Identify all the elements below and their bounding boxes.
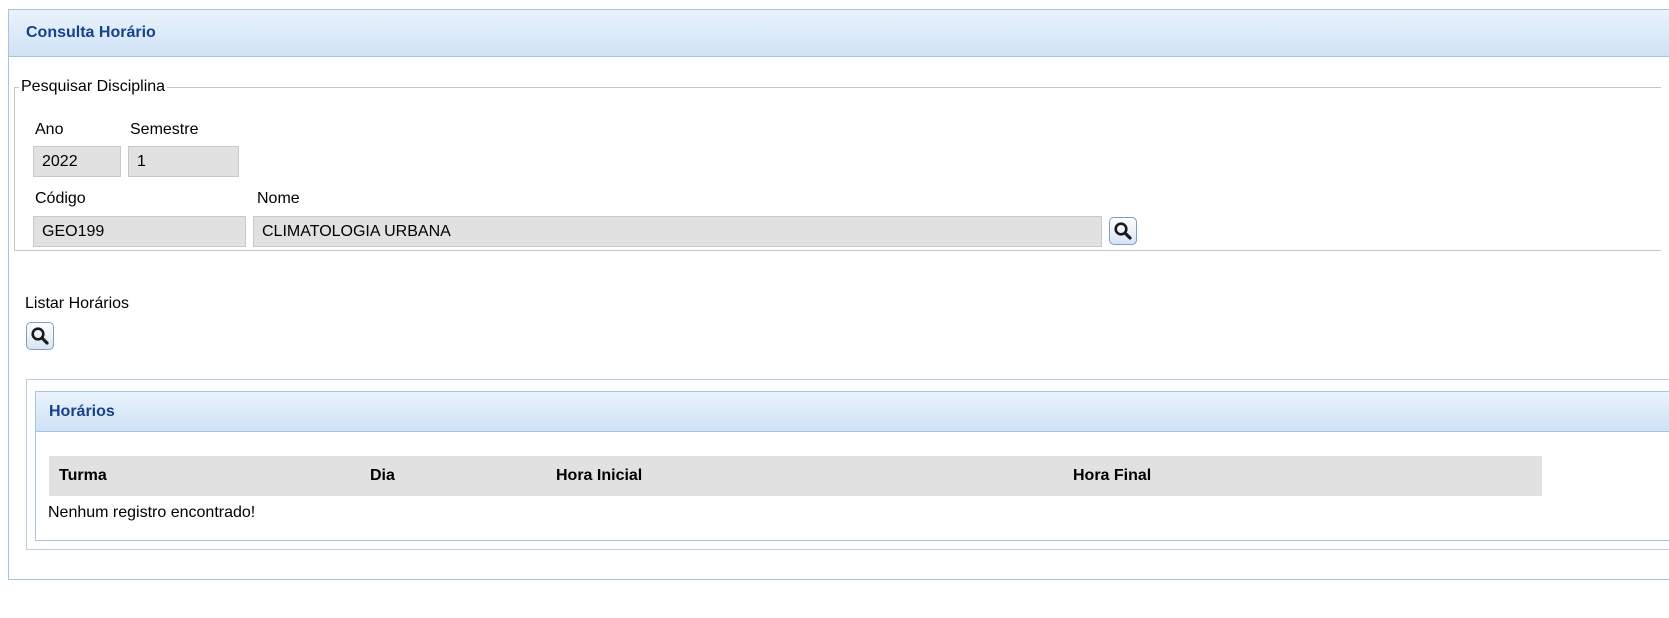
nome-field[interactable]: CLIMATOLOGIA URBANA: [253, 216, 1102, 247]
column-header-hora-inicial[interactable]: Hora Inicial: [556, 467, 642, 485]
panel-header: Consulta Horário: [9, 10, 1669, 57]
horarios-header: Horários: [35, 391, 1669, 432]
codigo-label: Código: [35, 190, 86, 207]
table-header-row: Turma Dia Hora Inicial Hora Final: [49, 456, 1542, 496]
column-header-dia[interactable]: Dia: [370, 467, 395, 485]
ano-field[interactable]: 2022: [33, 146, 121, 177]
magnifier-icon: [31, 327, 49, 345]
codigo-field[interactable]: GEO199: [33, 216, 246, 247]
horarios-table: Turma Dia Hora Inicial Hora Final Nenhum…: [35, 432, 1669, 541]
horarios-title: Horários: [49, 403, 115, 420]
listar-horarios-button[interactable]: [26, 322, 54, 350]
horarios-panel: Horários Turma Dia Hora Inicial Hora Fin…: [26, 379, 1669, 550]
column-header-turma[interactable]: Turma: [59, 467, 107, 485]
ano-label: Ano: [35, 121, 64, 138]
empty-message: Nenhum registro encontrado!: [48, 504, 256, 521]
semestre-label: Semestre: [130, 121, 199, 138]
nome-label: Nome: [257, 190, 300, 207]
column-header-hora-final[interactable]: Hora Final: [1073, 467, 1151, 485]
listar-horarios-label: Listar Horários: [25, 295, 130, 312]
panel-title: Consulta Horário: [26, 24, 156, 41]
magnifier-icon: [1114, 222, 1132, 240]
search-disciplina-button[interactable]: [1109, 217, 1137, 245]
semestre-field[interactable]: 1: [128, 146, 239, 177]
fieldset-legend: Pesquisar Disciplina: [21, 78, 166, 95]
